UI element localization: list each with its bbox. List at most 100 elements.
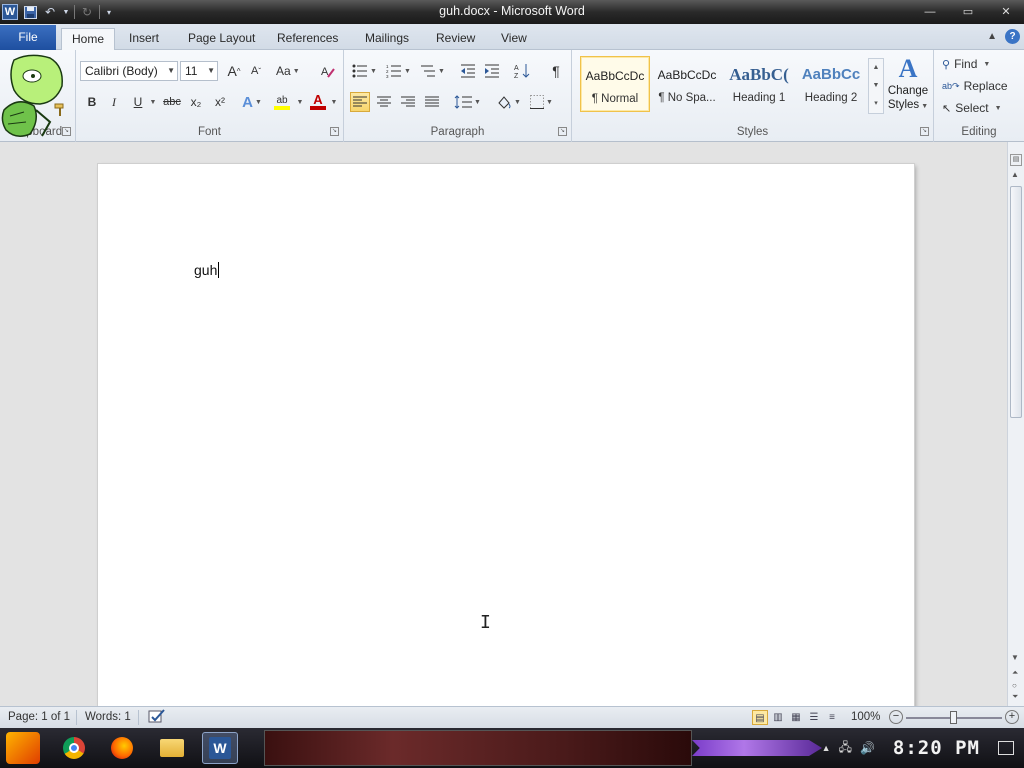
superscript-button[interactable]: x² xyxy=(210,92,230,112)
action-center-icon[interactable] xyxy=(998,741,1014,755)
font-family-combo[interactable]: Calibri (Body) ▼ xyxy=(80,61,178,81)
web-layout-icon[interactable]: ▦ xyxy=(788,710,804,725)
previous-page-icon[interactable]: ⏶ xyxy=(1012,668,1018,678)
increase-indent-icon[interactable] xyxy=(482,61,502,81)
bold-button[interactable]: B xyxy=(82,92,102,112)
find-button[interactable]: ⚲ Find ▼ xyxy=(942,54,990,74)
print-layout-view-icon[interactable]: ▤ xyxy=(752,710,768,725)
subscript-button[interactable]: x₂ xyxy=(186,92,206,112)
status-separator xyxy=(76,710,77,725)
style-no-spacing[interactable]: AaBbCcDc ¶ No Spa... xyxy=(652,56,722,112)
draft-view-icon[interactable]: ≡ xyxy=(824,710,840,725)
line-spacing-icon[interactable]: ▼ xyxy=(454,92,481,112)
font-size-combo[interactable]: 11 ▼ xyxy=(180,61,218,81)
zoom-in-icon[interactable]: + xyxy=(1005,710,1019,724)
bullets-icon[interactable]: ▼ xyxy=(352,61,377,81)
text-effects-button[interactable]: A ▼ xyxy=(242,92,262,112)
styles-gallery-scroll[interactable]: ▲ ▼ ▾ xyxy=(868,58,884,114)
paragraph-launcher-icon[interactable]: ↘ xyxy=(558,127,567,136)
style-heading-1[interactable]: AaBbC( Heading 1 xyxy=(724,56,794,112)
show-hidden-icons-icon[interactable]: ▲ xyxy=(822,743,831,753)
system-clock[interactable]: 8:20 PM xyxy=(893,737,980,759)
tab-insert[interactable]: Insert xyxy=(119,28,169,50)
chevron-down-icon[interactable]: ▼ xyxy=(869,77,883,95)
numbering-icon[interactable]: 1 2 3 ▼ xyxy=(386,61,411,81)
network-icon[interactable]: 🖧 xyxy=(839,738,852,759)
grow-font-label: A xyxy=(227,63,237,79)
font-color-dropdown-icon[interactable]: ▼ xyxy=(328,92,338,112)
align-center-icon[interactable] xyxy=(374,92,394,112)
italic-button[interactable]: I xyxy=(104,92,124,112)
taskbar-firefox[interactable] xyxy=(104,732,140,764)
volume-icon[interactable]: 🔊 xyxy=(860,741,875,755)
full-screen-reading-icon[interactable]: ▥ xyxy=(770,710,786,725)
tab-view[interactable]: View xyxy=(491,28,537,50)
taskbar-file-explorer[interactable] xyxy=(154,732,190,764)
font-color-button[interactable]: A xyxy=(308,92,328,112)
strikethrough-button[interactable]: abc xyxy=(162,92,182,112)
change-styles-button[interactable]: A Change Styles ▼ xyxy=(886,54,930,120)
tab-page-layout[interactable]: Page Layout xyxy=(178,28,265,50)
tab-review[interactable]: Review xyxy=(426,28,485,50)
document-body-text[interactable]: guh xyxy=(194,262,220,278)
taskbar-word[interactable]: W xyxy=(202,732,238,764)
underline-button[interactable]: U xyxy=(128,92,148,112)
help-icon[interactable]: ? xyxy=(1005,29,1020,44)
start-button-icon[interactable] xyxy=(6,732,40,764)
minimize-ribbon-icon[interactable]: ▲ xyxy=(987,31,997,42)
group-styles: AaBbCcDc ¶ Normal AaBbCcDc ¶ No Spa... A… xyxy=(572,50,934,142)
document-page[interactable]: guh xyxy=(98,164,914,706)
select-label: Select xyxy=(955,101,989,115)
clear-formatting-icon[interactable]: A xyxy=(318,61,338,81)
multilevel-list-icon[interactable]: ▼ xyxy=(420,61,445,81)
shrink-font-button[interactable]: Aˇ xyxy=(246,61,266,81)
taskbar-chrome[interactable] xyxy=(56,732,92,764)
tab-file[interactable]: File xyxy=(0,25,56,50)
select-button[interactable]: ↖ Select ▼ xyxy=(942,98,1002,118)
align-right-icon[interactable] xyxy=(398,92,418,112)
scroll-down-icon[interactable]: ▼ xyxy=(1011,653,1019,662)
style-normal[interactable]: AaBbCcDc ¶ Normal xyxy=(580,56,650,112)
change-case-button[interactable]: Aa ▼ xyxy=(276,61,300,81)
maximize-icon[interactable]: ▭ xyxy=(954,4,982,20)
style-heading-2[interactable]: AaBbCc Heading 2 xyxy=(796,56,866,112)
borders-icon[interactable]: ▼ xyxy=(530,92,553,112)
highlight-dropdown-icon[interactable]: ▼ xyxy=(294,92,304,112)
grow-font-button[interactable]: A ^ xyxy=(224,61,244,81)
group-font: Calibri (Body) ▼ 11 ▼ A ^ Aˇ Aa ▼ A B I U ▼ … xyxy=(76,50,344,142)
next-page-icon[interactable]: ⏷ xyxy=(1012,692,1018,702)
shading-icon[interactable]: ▼ xyxy=(496,92,521,112)
underline-dropdown-icon[interactable]: ▼ xyxy=(147,92,157,112)
zoom-slider-handle[interactable] xyxy=(950,711,957,724)
font-launcher-icon[interactable]: ↘ xyxy=(330,127,339,136)
select-browse-object-icon[interactable]: ○ xyxy=(1012,681,1017,690)
replace-button[interactable]: ab↷ Replace xyxy=(942,76,1008,96)
align-left-icon[interactable] xyxy=(350,92,370,112)
outline-view-icon[interactable]: ☰ xyxy=(806,710,822,725)
window-title: guh.docx - Microsoft Word xyxy=(439,4,585,18)
zoom-out-icon[interactable]: − xyxy=(889,710,903,724)
scroll-thumb[interactable] xyxy=(1010,186,1022,418)
vertical-scrollbar[interactable]: ▤ ▲ ▼ ⏶ ○ ⏷ xyxy=(1007,142,1024,706)
scroll-up-icon[interactable]: ▲ xyxy=(1011,170,1019,179)
sort-icon[interactable]: AZ xyxy=(512,61,532,81)
tab-home[interactable]: Home xyxy=(61,28,116,51)
proofing-icon[interactable] xyxy=(148,709,166,728)
show-formatting-marks-button[interactable]: ¶ xyxy=(546,61,566,81)
justify-icon[interactable] xyxy=(422,92,442,112)
highlight-button[interactable]: ab xyxy=(272,92,292,112)
style-name: ¶ Normal xyxy=(591,93,639,105)
close-icon[interactable]: ✕ xyxy=(992,4,1020,20)
minimize-icon[interactable]: — xyxy=(916,4,944,20)
view-ruler-icon[interactable]: ▤ xyxy=(1010,154,1022,166)
chevron-up-icon[interactable]: ▲ xyxy=(869,59,883,77)
more-styles-icon[interactable]: ▾ xyxy=(869,95,883,113)
styles-launcher-icon[interactable]: ↘ xyxy=(920,127,929,136)
tab-mailings[interactable]: Mailings xyxy=(355,28,419,50)
word-count[interactable]: Words: 1 xyxy=(85,711,131,723)
decrease-indent-icon[interactable] xyxy=(458,61,478,81)
zoom-level[interactable]: 100% xyxy=(851,711,880,723)
style-name: Heading 1 xyxy=(732,92,786,104)
tab-references[interactable]: References xyxy=(267,28,348,50)
page-count[interactable]: Page: 1 of 1 xyxy=(8,711,70,723)
